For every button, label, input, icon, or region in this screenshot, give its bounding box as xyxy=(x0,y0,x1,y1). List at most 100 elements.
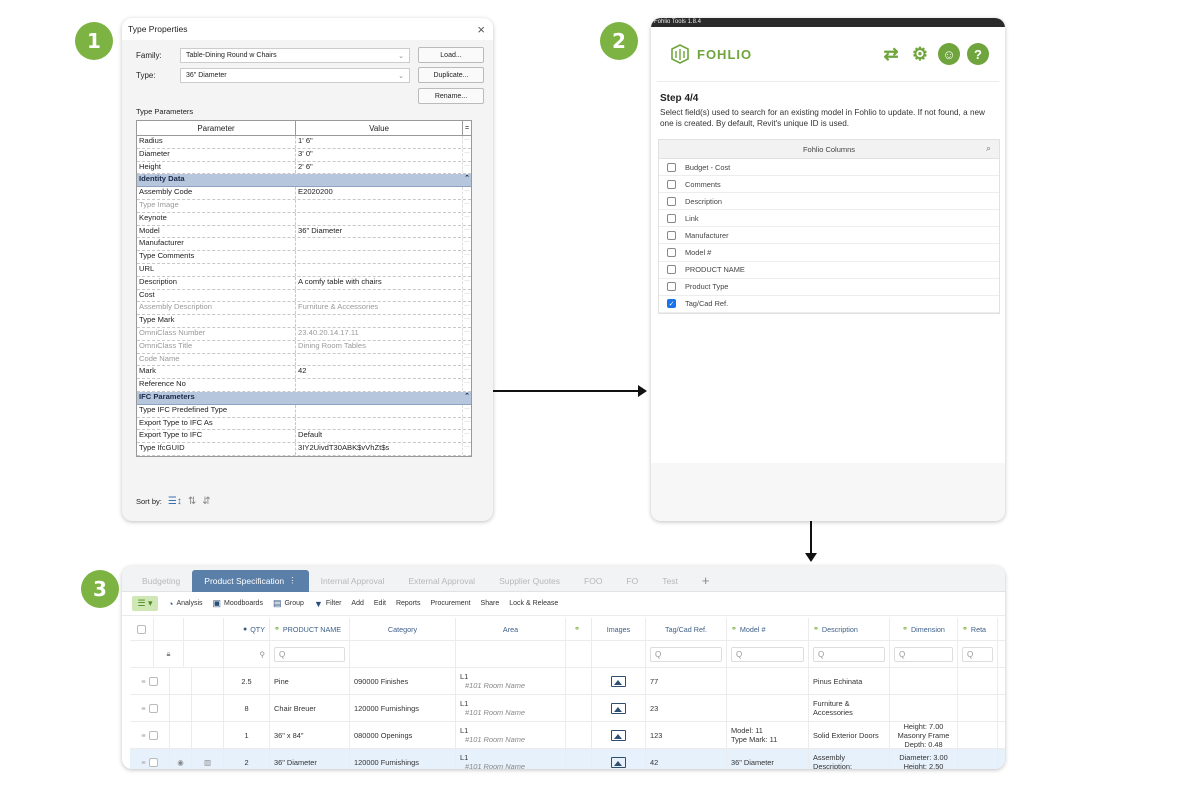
parameter-value[interactable] xyxy=(296,263,464,276)
parameter-formula-button[interactable]: … xyxy=(463,430,471,442)
column-option[interactable]: Comments xyxy=(659,176,999,194)
search-input[interactable]: Q xyxy=(813,646,885,662)
parameter-value[interactable]: 2' 6" xyxy=(296,161,464,174)
tag-cell[interactable]: 123 xyxy=(646,722,727,748)
description-cell[interactable]: Pinus Echinata xyxy=(809,668,890,694)
row-checkbox[interactable] xyxy=(148,757,158,767)
help-icon[interactable]: ? xyxy=(967,43,989,65)
add-image-icon[interactable] xyxy=(611,729,626,741)
parameter-formula-button[interactable]: … xyxy=(463,264,471,276)
header-qty[interactable]: ● QTY xyxy=(224,618,270,640)
column-option[interactable]: ✓ Tag/Cad Ref. xyxy=(659,296,999,313)
add-button[interactable]: Add xyxy=(351,600,363,607)
checkbox[interactable] xyxy=(667,230,676,240)
parameter-formula-button[interactable]: … xyxy=(463,226,471,238)
area-cell[interactable]: L1 #101 Room Name xyxy=(456,749,566,769)
header-dimension[interactable]: ⚭ Dimension xyxy=(890,618,958,640)
parameter-formula-button[interactable]: … xyxy=(463,149,471,161)
parameter-value[interactable]: 1' 6" xyxy=(296,136,464,148)
parameter-value[interactable]: 42 xyxy=(296,366,464,379)
lock-release-button[interactable]: Lock & Release xyxy=(509,600,558,607)
description-cell[interactable]: Assembly Description: xyxy=(809,749,890,769)
add-tab-button[interactable]: + xyxy=(690,570,722,592)
parameter-formula-button[interactable]: … xyxy=(463,302,471,314)
parameter-formula-button[interactable]: … xyxy=(463,341,471,353)
column-option[interactable]: PRODUCT NAME xyxy=(659,262,999,279)
area-cell[interactable]: L1 #101 Room Name xyxy=(456,668,566,694)
header-category[interactable]: Category xyxy=(350,618,456,640)
collapse-icon[interactable]: ⌃ xyxy=(463,174,471,186)
parameter-value[interactable]: 3IY2UivdT30ABK$vVhZt$s xyxy=(296,443,464,455)
duplicate-button[interactable]: Duplicate... xyxy=(418,67,484,83)
parameter-group-row[interactable]: Identity Data ⌃ xyxy=(137,174,471,188)
header-product-name[interactable]: ⚭ PRODUCT NAME xyxy=(270,618,350,640)
drag-handle-icon[interactable]: ≡ xyxy=(141,731,145,740)
parameter-value[interactable]: Default xyxy=(296,430,464,443)
parameter-value[interactable] xyxy=(296,212,464,225)
type-select[interactable]: 36" Diameter ⌄ xyxy=(180,68,410,83)
model-cell[interactable]: 36" Diameter xyxy=(727,749,809,769)
parameter-value[interactable]: 36" Diameter xyxy=(296,225,464,238)
tab-menu-icon[interactable]: ⋮ xyxy=(288,575,297,586)
dimension-cell[interactable]: Height: 7.00 Masonry Frame Depth: 0.48 xyxy=(890,722,958,748)
parameter-formula-button[interactable]: … xyxy=(463,328,471,340)
tab-test[interactable]: Test xyxy=(650,570,690,592)
dimension-cell[interactable]: Diameter: 3.00 Height: 2.50 xyxy=(890,749,958,769)
retail-cell[interactable] xyxy=(958,749,998,769)
tag-cell[interactable]: 23 xyxy=(646,695,727,721)
parameter-formula-button[interactable]: … xyxy=(463,290,471,302)
parameter-value[interactable] xyxy=(296,289,464,302)
tab-fo[interactable]: FO xyxy=(614,570,650,592)
edit-button[interactable]: Edit xyxy=(374,600,386,607)
close-icon[interactable]: × xyxy=(477,22,485,37)
retail-cell[interactable] xyxy=(958,668,998,694)
analysis-button[interactable]: ◔ Analysis xyxy=(168,599,203,609)
product-name-cell[interactable]: 36" Diameter xyxy=(270,749,350,769)
refresh-icon[interactable]: ⇄ xyxy=(880,43,902,65)
column-option[interactable]: Product Type xyxy=(659,279,999,296)
table-row[interactable]: ≡ 2.5 Pine 090000 Finishes L1 #101 Room Name 7… xyxy=(130,668,1005,695)
select-all-checkbox[interactable] xyxy=(137,624,146,634)
category-cell[interactable]: 120000 Furnishings xyxy=(350,695,456,721)
parameter-formula-button[interactable]: … xyxy=(463,238,471,250)
parameter-value[interactable]: A comfy table with chairs xyxy=(296,276,464,289)
search-input[interactable]: Q xyxy=(962,646,993,662)
checkbox[interactable] xyxy=(667,248,676,258)
parameter-value[interactable]: 3' 0" xyxy=(296,148,464,161)
category-cell[interactable]: 120000 Furnishings xyxy=(350,749,456,769)
procurement-button[interactable]: Procurement xyxy=(430,600,470,607)
row-checkbox[interactable] xyxy=(148,676,158,686)
parameter-value[interactable] xyxy=(296,404,464,417)
checkbox[interactable] xyxy=(667,282,676,292)
header-retail[interactable]: ⚭ Reta xyxy=(958,618,998,640)
header-images[interactable]: Images xyxy=(592,618,646,640)
table-row[interactable]: ≡ 1 36" x 84" 080000 Openings L1 #101 Room Na… xyxy=(130,722,1005,749)
parameter-formula-button[interactable]: … xyxy=(463,379,471,391)
qty-cell[interactable]: 2 xyxy=(224,749,270,769)
collapse-icon[interactable]: ⌃ xyxy=(463,392,471,404)
table-row[interactable]: ≡ 8 Chair Breuer 120000 Furnishings L1 #101 R… xyxy=(130,695,1005,722)
column-option[interactable]: Model # xyxy=(659,244,999,262)
area-cell[interactable]: L1 #101 Room Name xyxy=(456,722,566,748)
sort-descending-icon[interactable]: ⇵ xyxy=(202,496,210,507)
parameter-value[interactable]: 23.40.20.14.17.11 xyxy=(296,327,464,340)
column-option[interactable]: Link xyxy=(659,210,999,228)
tag-cell[interactable]: 77 xyxy=(646,668,727,694)
parameter-formula-button[interactable]: … xyxy=(463,418,471,430)
parameter-value[interactable]: Furniture & Accessories xyxy=(296,302,464,315)
menu-dropdown-button[interactable]: ☰ ▾ xyxy=(132,596,158,611)
parameter-value[interactable] xyxy=(296,417,464,430)
moodboards-button[interactable]: ▣ Moodboards xyxy=(213,598,263,609)
images-cell[interactable] xyxy=(592,722,646,748)
tab-external-approval[interactable]: External Approval xyxy=(396,570,487,592)
share-button[interactable]: Share xyxy=(481,600,500,607)
tab-supplier-quotes[interactable]: Supplier Quotes xyxy=(487,570,572,592)
parameter-formula-button[interactable]: … xyxy=(463,136,471,148)
area-cell[interactable]: L1 #101 Room Name xyxy=(456,695,566,721)
parameter-value[interactable]: E2020200 xyxy=(296,187,464,199)
checkbox[interactable] xyxy=(667,213,676,223)
qty-cell[interactable]: 8 xyxy=(224,695,270,721)
rename-button[interactable]: Rename... xyxy=(418,88,484,104)
parameter-formula-button[interactable]: … xyxy=(463,354,471,366)
product-name-cell[interactable]: Chair Breuer xyxy=(270,695,350,721)
